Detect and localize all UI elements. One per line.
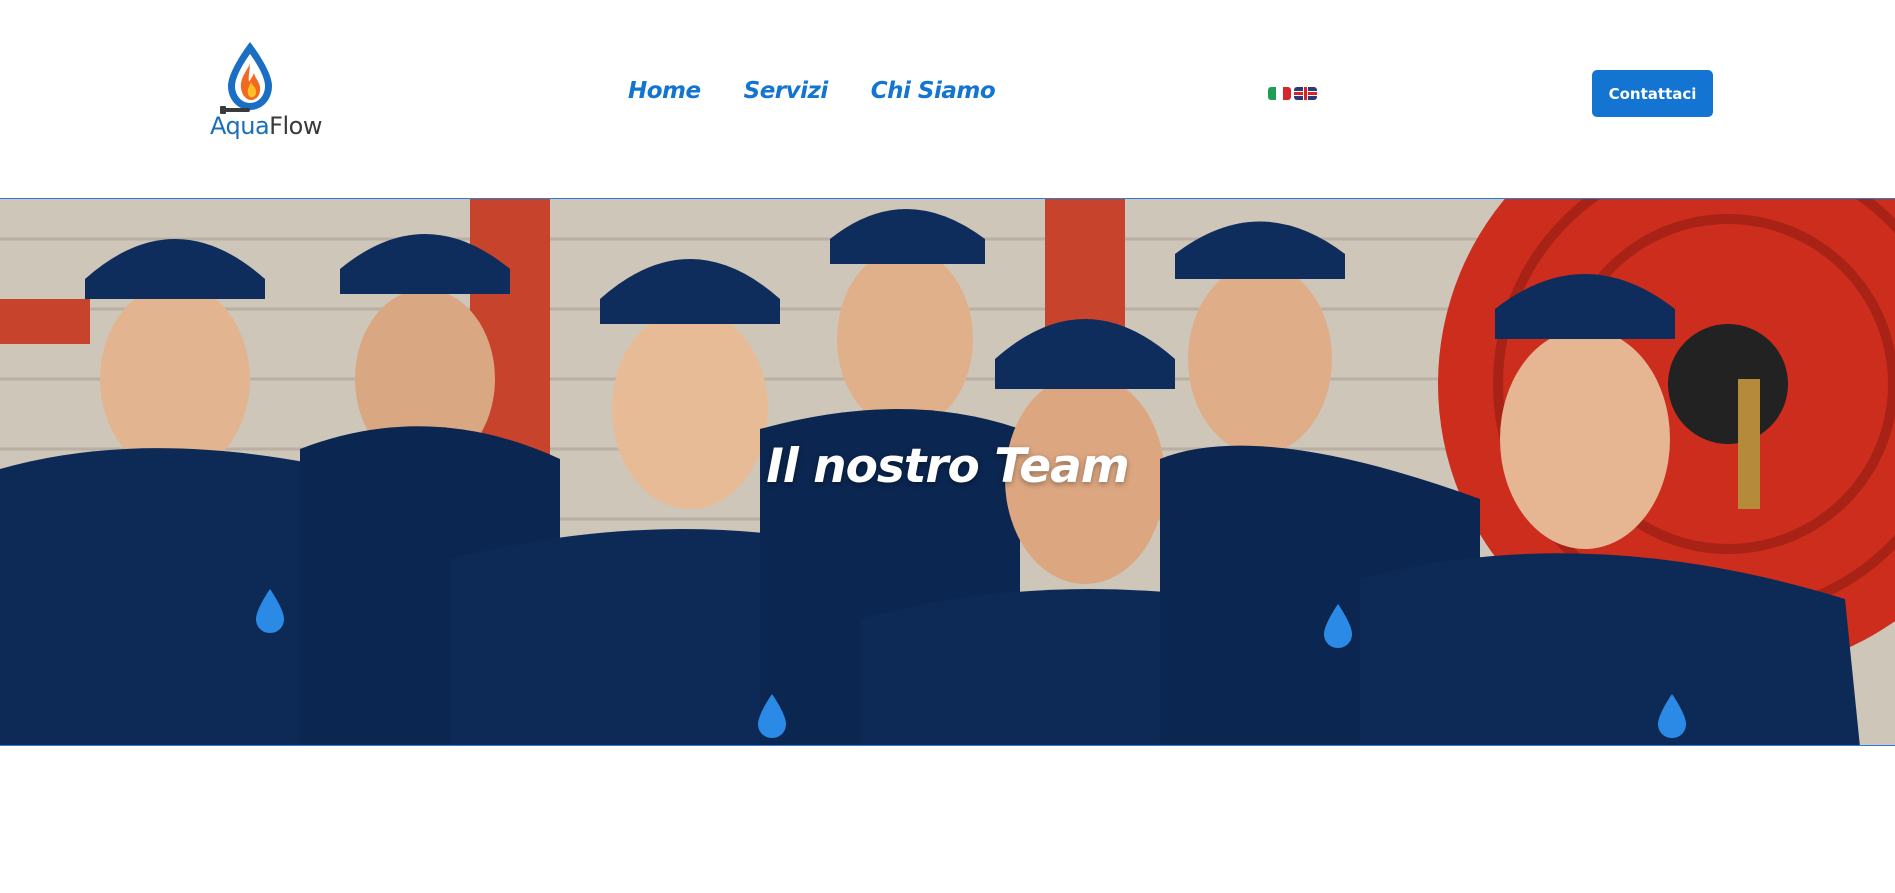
nav-item-servizi[interactable]: Servizi bbox=[744, 78, 829, 104]
team-hero: Il nostro Team bbox=[0, 198, 1895, 746]
italian-flag-icon[interactable] bbox=[1268, 87, 1291, 100]
language-switcher bbox=[1268, 87, 1317, 100]
contact-button[interactable]: Contattaci bbox=[1592, 70, 1713, 117]
nav-item-chi-siamo[interactable]: Chi Siamo bbox=[871, 78, 996, 104]
uk-flag-icon[interactable] bbox=[1294, 87, 1317, 100]
nav-item-home[interactable]: Home bbox=[628, 78, 701, 104]
logo[interactable]: AquaFlow bbox=[208, 40, 322, 144]
logo-text: AquaFlow bbox=[210, 112, 322, 140]
hero-title: Il nostro Team bbox=[766, 439, 1130, 494]
main-nav: Home Servizi Chi Siamo bbox=[628, 78, 996, 104]
water-flame-drop-icon bbox=[220, 42, 272, 114]
site-header: AquaFlow Home Servizi Chi Siamo Contatta… bbox=[0, 0, 1895, 198]
